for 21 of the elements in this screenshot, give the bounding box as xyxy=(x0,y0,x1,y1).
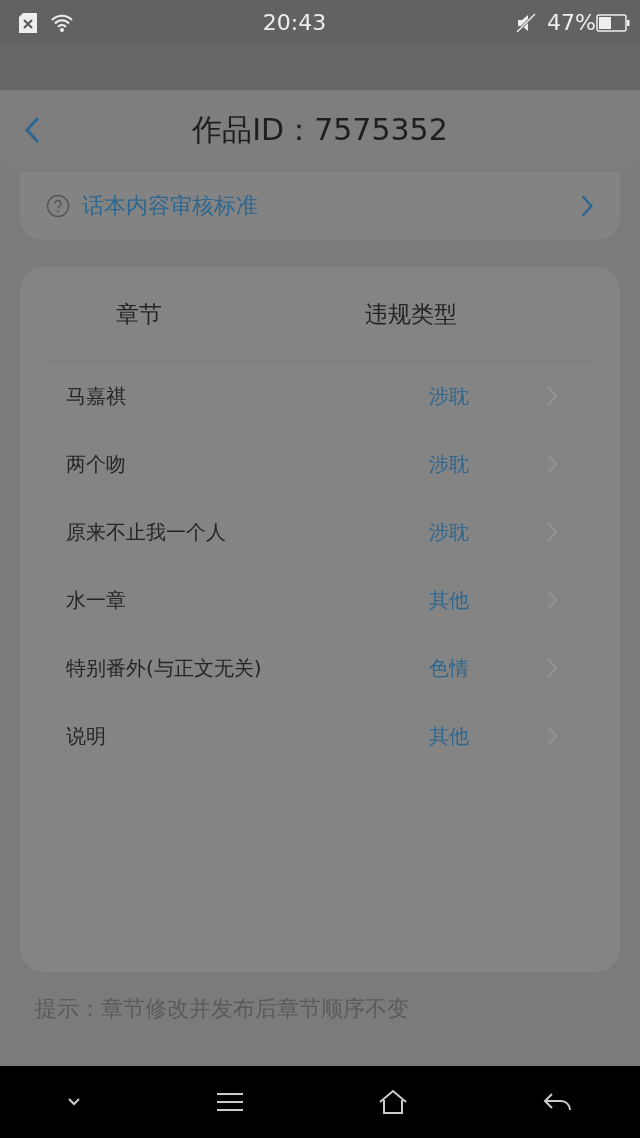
chevron-down-icon[interactable] xyxy=(67,1097,82,1107)
chapter-row[interactable]: 两个吻 涉耽 xyxy=(20,430,620,498)
battery-percent: 47% xyxy=(547,10,596,35)
chapter-row[interactable]: 水一章 其他 xyxy=(20,566,620,634)
chapter-row[interactable]: 原来不止我一个人 涉耽 xyxy=(20,498,620,566)
muted-speaker-icon xyxy=(515,11,538,34)
chapter-row[interactable]: 马嘉祺 涉耽 xyxy=(20,362,620,430)
chapter-row[interactable]: 说明 其他 xyxy=(20,702,620,770)
help-icon xyxy=(46,194,70,218)
menu-icon[interactable] xyxy=(215,1092,244,1112)
column-header: 违规类型 xyxy=(363,299,458,329)
wifi-icon xyxy=(50,13,74,32)
home-icon[interactable] xyxy=(378,1089,409,1115)
sim-card-icon xyxy=(18,11,38,34)
page-title: 作品ID：7575352 xyxy=(191,110,449,149)
back-arrow-icon[interactable] xyxy=(542,1092,573,1112)
status-time: 20:43 xyxy=(262,10,327,35)
chapter-row[interactable]: 特别番外(与正文无关) 色情 xyxy=(20,634,620,702)
column-header: 章节 xyxy=(114,299,163,329)
chevron-right-icon xyxy=(580,194,594,218)
battery-icon xyxy=(596,13,630,32)
